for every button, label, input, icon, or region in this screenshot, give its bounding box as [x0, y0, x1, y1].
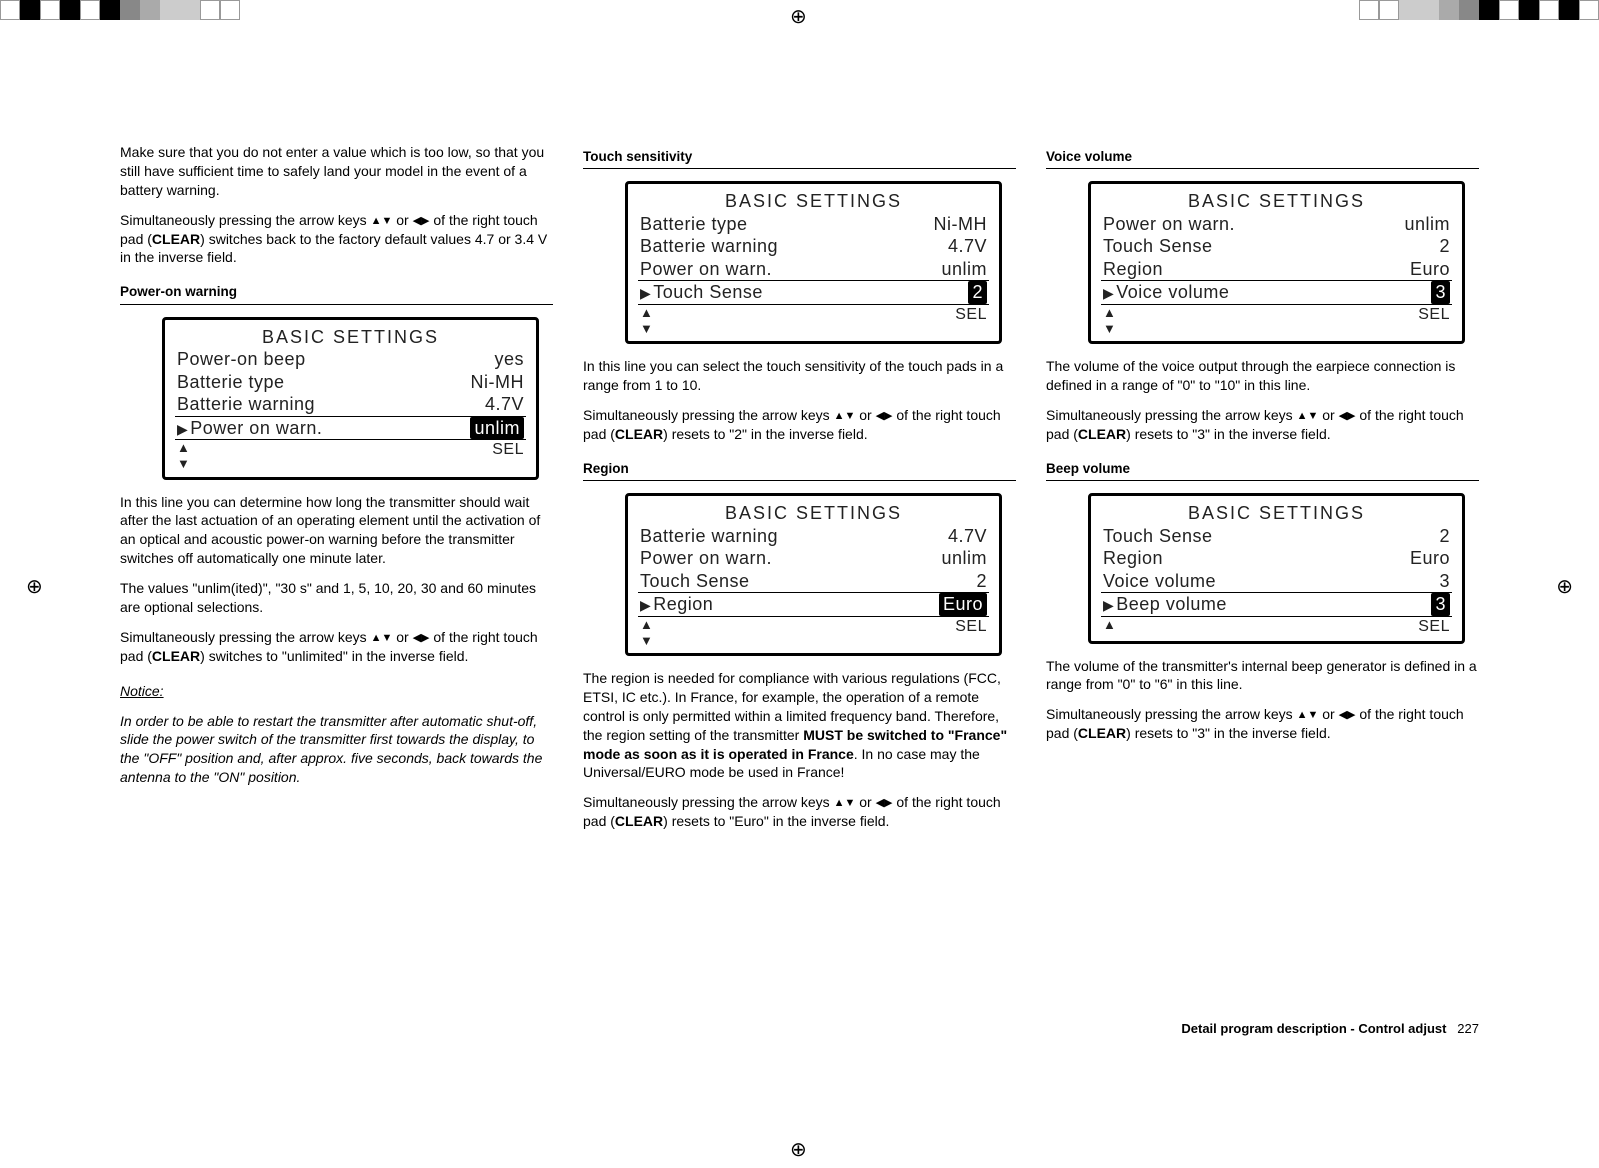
registration-mark-icon: ⊕ — [26, 574, 43, 601]
registration-mark-icon: ⊕ — [790, 4, 807, 31]
lcd-beep-volume: BASIC SETTINGS Touch Sense2 RegionEuro V… — [1088, 493, 1465, 644]
notice-label: Notice: — [120, 682, 553, 701]
updown-icon: ▲▼ — [177, 440, 188, 473]
updown-icon: ▲▼ — [1103, 305, 1114, 338]
paragraph: Simultaneously pressing the arrow keys ▲… — [120, 628, 553, 666]
notice-body: In order to be able to restart the trans… — [120, 712, 553, 788]
paragraph: Simultaneously pressing the arrow keys ▲… — [583, 406, 1016, 444]
paragraph: In this line you can determine how long … — [120, 493, 553, 569]
page-content: Make sure that you do not enter a value … — [120, 140, 1479, 1028]
registration-mark-icon: ⊕ — [790, 1137, 807, 1164]
paragraph: Simultaneously pressing the arrow keys ▲… — [1046, 705, 1479, 743]
paragraph: Make sure that you do not enter a value … — [120, 143, 553, 200]
section-heading: Beep volume — [1046, 460, 1479, 481]
section-heading: Power-on warning — [120, 283, 553, 304]
paragraph: The region is needed for compliance with… — [583, 669, 1016, 782]
section-heading: Touch sensitivity — [583, 148, 1016, 169]
paragraph: Simultaneously pressing the arrow keys ▲… — [120, 211, 553, 268]
paragraph: The volume of the voice output through t… — [1046, 357, 1479, 395]
section-heading: Voice volume — [1046, 148, 1479, 169]
updown-icon: ▲▼ — [640, 305, 651, 338]
lcd-power-on-warning: BASIC SETTINGS Power-on beepyes Batterie… — [162, 317, 539, 480]
lcd-voice-volume: BASIC SETTINGS Power on warn.unlim Touch… — [1088, 181, 1465, 344]
color-bar-right — [1359, 0, 1599, 20]
color-bar-left — [0, 0, 240, 20]
column-2: Touch sensitivity BASIC SETTINGS Batteri… — [583, 140, 1016, 1028]
up-icon: ▲ — [1103, 617, 1114, 637]
lcd-title: BASIC SETTINGS — [175, 326, 526, 349]
paragraph: The volume of the transmitter's internal… — [1046, 657, 1479, 695]
lcd-touch-sensitivity: BASIC SETTINGS Batterie typeNi-MH Batter… — [625, 181, 1002, 344]
paragraph: Simultaneously pressing the arrow keys ▲… — [583, 793, 1016, 831]
paragraph: Simultaneously pressing the arrow keys ▲… — [1046, 406, 1479, 444]
registration-mark-icon: ⊕ — [1556, 574, 1573, 601]
paragraph: In this line you can select the touch se… — [583, 357, 1016, 395]
page-footer: Detail program description - Control adj… — [1181, 1020, 1479, 1038]
column-3: Voice volume BASIC SETTINGS Power on war… — [1046, 140, 1479, 1028]
lcd-region: BASIC SETTINGS Batterie warning4.7V Powe… — [625, 493, 1002, 656]
updown-icon: ▲▼ — [640, 617, 651, 650]
paragraph: The values "unlim(ited)", "30 s" and 1, … — [120, 579, 553, 617]
section-heading: Region — [583, 460, 1016, 481]
column-1: Make sure that you do not enter a value … — [120, 140, 553, 1028]
